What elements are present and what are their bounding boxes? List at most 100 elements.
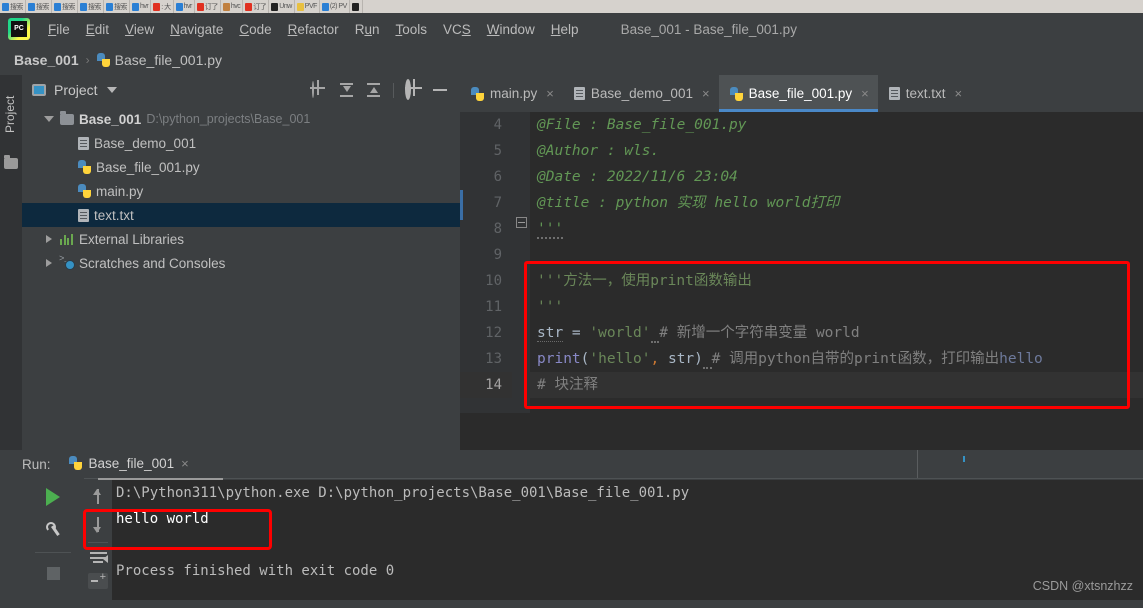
code-line[interactable]: @Author : wls. xyxy=(530,138,1143,164)
pycharm-window: 搜索 搜索 搜索 搜索 搜索 hvr: 大 hvr 订了 hvc 订了 Unw PVF (2) PV F… xyxy=(0,0,1143,608)
sidebar-tab-project[interactable]: Project xyxy=(3,83,19,145)
project-view-icon xyxy=(32,84,46,96)
breadcrumb-project[interactable]: Base_001 xyxy=(14,52,79,68)
soft-wrap-icon[interactable] xyxy=(89,551,108,565)
code-line[interactable]: print('hello', str) # 调用python自带的print函数… xyxy=(530,346,1143,372)
tree-twisty[interactable] xyxy=(42,235,55,243)
menu-item-tools[interactable]: Tools xyxy=(387,20,435,39)
fold-gutter[interactable] xyxy=(512,112,530,450)
taskbar-item-icon xyxy=(271,2,279,11)
expand-all-icon[interactable] xyxy=(339,82,355,98)
stop-icon[interactable] xyxy=(46,567,60,580)
tree-item-text-txt[interactable]: text.txt xyxy=(22,203,460,227)
taskbar-item[interactable]: : 大 xyxy=(151,0,174,13)
menu-item-navigate[interactable]: Navigate xyxy=(162,20,231,39)
line-number: 10 xyxy=(485,273,502,289)
breadcrumb-file[interactable]: Base_file_001.py xyxy=(115,52,222,68)
tree-item-main-py[interactable]: main.py xyxy=(22,179,460,203)
run-icon[interactable] xyxy=(46,488,60,506)
taskbar-item[interactable]: Unw xyxy=(269,0,295,13)
tree-item-base-demo-001[interactable]: Base_demo_001 xyxy=(22,131,460,155)
taskbar-item[interactable]: PVF xyxy=(295,0,320,13)
os-taskbar[interactable]: 搜索 搜索 搜索 搜索 搜索 hvr: 大 hvr 订了 hvc 订了 Unw PVF (2) PV xyxy=(0,0,1143,13)
code-editor[interactable]: 4 5 6 7 8 9 10 11 12 13 14 @File : Base_file_001.p… xyxy=(460,112,1143,450)
code-line[interactable]: @File : Base_file_001.py xyxy=(530,112,1143,138)
taskbar-item[interactable]: hvr xyxy=(174,0,195,13)
taskbar-item[interactable]: 搜索 xyxy=(52,0,78,13)
run-toolbar-left xyxy=(22,480,84,608)
code-token: ''' xyxy=(537,299,564,315)
run-panel: Run: Base_file_001 × D:\Python311\python… xyxy=(0,450,1143,608)
taskbar-item[interactable]: hvr xyxy=(130,0,152,13)
window-title: Base_001 - Base_file_001.py xyxy=(620,21,797,37)
run-panel-header: Run: Base_file_001 × xyxy=(0,450,1143,478)
code-fold-marker[interactable] xyxy=(516,217,527,228)
taskbar-item[interactable]: 搜索 xyxy=(104,0,130,13)
taskbar-item[interactable]: hvc xyxy=(221,0,244,13)
tree-twisty[interactable] xyxy=(42,259,55,267)
code-line[interactable]: '''方法一，使用print函数输出 xyxy=(530,268,1143,294)
menu-item-view[interactable]: View xyxy=(117,20,162,39)
code-line[interactable]: @title : python 实现 hello world打印 xyxy=(530,190,1143,216)
code-token: @Author : wls. xyxy=(537,143,660,159)
scroll-up-icon[interactable] xyxy=(91,486,105,506)
taskbar-item-icon xyxy=(2,2,9,11)
tree-twisty[interactable] xyxy=(42,116,55,122)
toolbar-divider xyxy=(35,552,71,553)
menu-item-run[interactable]: Run xyxy=(347,20,388,39)
taskbar-item[interactable] xyxy=(350,0,363,13)
taskbar-item[interactable]: 订了 xyxy=(243,0,270,13)
console-line: hello world xyxy=(116,511,209,527)
collapse-all-icon[interactable] xyxy=(366,82,382,98)
menu-item-vcs[interactable]: VCS xyxy=(435,20,479,39)
chevron-down-icon[interactable] xyxy=(106,87,117,93)
taskbar-item-label: : 大 xyxy=(161,3,171,11)
taskbar-item[interactable]: 搜索 xyxy=(26,0,52,13)
taskbar-item-icon xyxy=(222,2,230,11)
code-line[interactable] xyxy=(530,242,1143,268)
close-icon[interactable]: × xyxy=(181,456,189,471)
minimize-icon[interactable] xyxy=(432,82,448,98)
tree-item-base-001[interactable]: Base_001 D:\python_projects\Base_001 xyxy=(22,107,460,131)
editor-tab-main-py[interactable]: main.py × xyxy=(460,75,563,112)
code-line[interactable]: str = 'world' # 新增一个字符串变量 world xyxy=(530,320,1143,346)
scroll-down-icon[interactable] xyxy=(91,514,105,534)
taskbar-item[interactable]: 搜索 xyxy=(78,0,104,13)
close-icon[interactable]: × xyxy=(702,86,710,101)
code-lines[interactable]: @File : Base_file_001.py @Author : wls. @D… xyxy=(530,112,1143,450)
menu-item-refactor[interactable]: Refactor xyxy=(280,20,347,39)
run-toolbar-console xyxy=(84,480,112,606)
print-icon[interactable] xyxy=(88,571,108,589)
editor-tab-base-file-001-py[interactable]: Base_file_001.py × xyxy=(718,75,878,112)
menu-item-code[interactable]: Code xyxy=(231,20,279,39)
tree-item-base-file-001-py[interactable]: Base_file_001.py xyxy=(22,155,460,179)
code-token: @Date : 2022/11/6 23:04 xyxy=(537,169,738,185)
close-icon[interactable]: × xyxy=(546,86,554,101)
menu-item-help[interactable]: Help xyxy=(543,20,587,39)
editor-tab-text-txt[interactable]: text.txt × xyxy=(878,75,971,112)
taskbar-item-icon xyxy=(153,2,161,11)
menu-item-file[interactable]: File xyxy=(40,20,78,39)
code-line[interactable]: # 块注释 xyxy=(530,372,1143,398)
code-line[interactable]: @Date : 2022/11/6 23:04 xyxy=(530,164,1143,190)
taskbar-item-label: (2) PV xyxy=(329,3,347,10)
gear-icon[interactable] xyxy=(405,79,421,100)
taskbar-item[interactable]: (2) PV xyxy=(320,0,350,13)
tree-item-scratches-and-consoles[interactable]: Scratches and Consoles xyxy=(22,251,460,275)
taskbar-item[interactable]: 订了 xyxy=(195,0,221,13)
tree-item-external-libraries[interactable]: External Libraries xyxy=(22,227,460,251)
menu-item-edit[interactable]: Edit xyxy=(78,20,117,39)
code-line[interactable]: ''' xyxy=(530,294,1143,320)
wrench-icon[interactable] xyxy=(44,520,62,538)
close-icon[interactable]: × xyxy=(955,86,963,101)
folder-icon[interactable] xyxy=(4,155,18,169)
menu-item-window[interactable]: Window xyxy=(479,20,543,39)
console-output[interactable]: D:\Python311\python.exe D:\python_projec… xyxy=(112,480,1143,600)
run-tab[interactable]: Base_file_001 × xyxy=(68,456,189,473)
taskbar-item[interactable]: 搜索 xyxy=(0,0,26,13)
close-icon[interactable]: × xyxy=(861,86,869,101)
code-line[interactable]: ''' xyxy=(530,216,1143,242)
scratch-icon xyxy=(59,254,75,270)
locate-icon[interactable] xyxy=(312,81,328,98)
editor-tab-base-demo-001[interactable]: Base_demo_001 × xyxy=(563,75,719,112)
